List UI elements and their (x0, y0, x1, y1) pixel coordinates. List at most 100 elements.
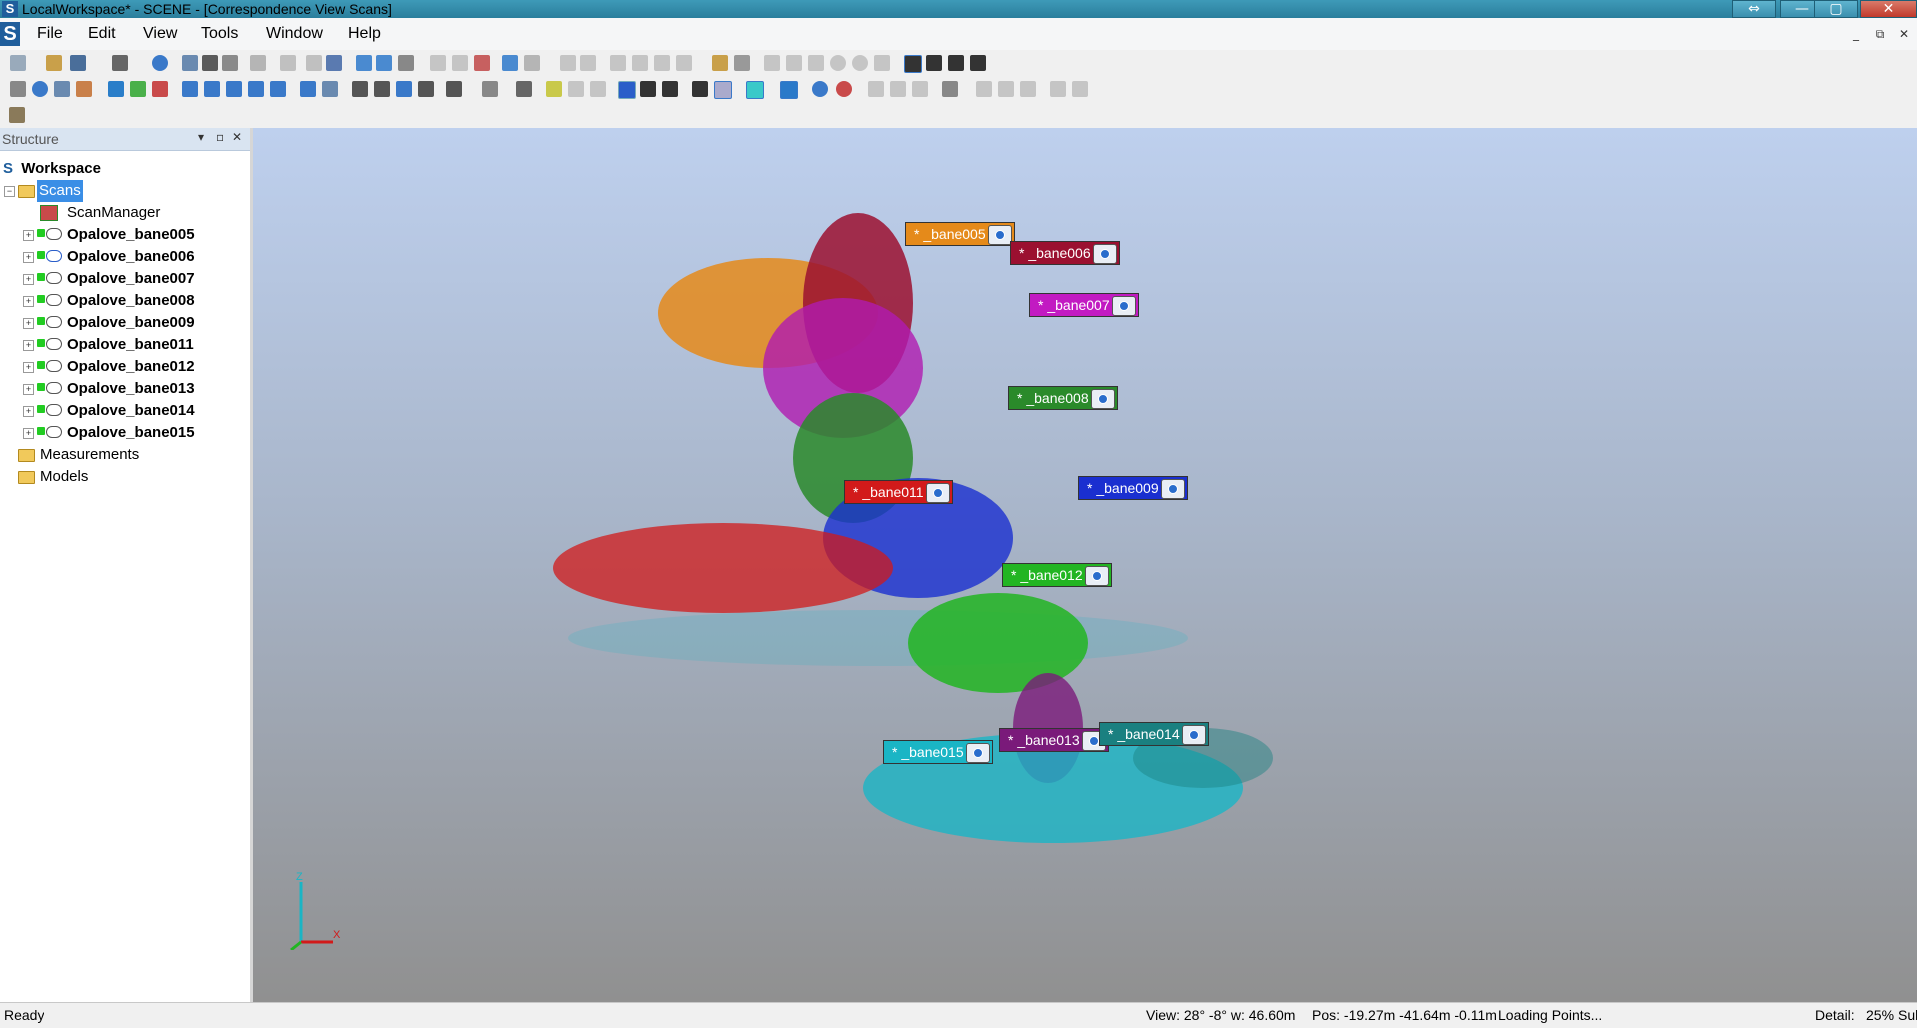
eye-icon[interactable] (925, 483, 950, 503)
mdi-close-button[interactable]: ✕ (1894, 26, 1914, 44)
fit-icon[interactable] (352, 81, 368, 97)
line-icon[interactable] (786, 55, 802, 71)
options-icon[interactable] (912, 81, 928, 97)
tree-scan-item[interactable]: + Opalove_bane013 (0, 378, 250, 400)
rewind-icon[interactable] (1020, 81, 1036, 97)
tree-scan-item[interactable]: + Opalove_bane014 (0, 400, 250, 422)
menu-help[interactable]: Help (348, 25, 381, 43)
tree-scan-item[interactable]: + Opalove_bane008 (0, 290, 250, 312)
eye-icon[interactable] (1084, 566, 1109, 586)
scanner-icon[interactable] (396, 81, 412, 97)
tree-measurements[interactable]: Measurements (0, 444, 250, 466)
import-scan-icon[interactable] (108, 81, 124, 97)
pointer-icon[interactable] (10, 81, 26, 97)
forward-icon[interactable] (998, 81, 1014, 97)
ellipse-icon[interactable] (852, 55, 868, 71)
scan-tag-bane008[interactable]: * _bane008 (1008, 386, 1118, 410)
gear-icon[interactable] (868, 81, 884, 97)
mdi-restore-button[interactable]: ⧉ (1870, 26, 1890, 44)
tree-scans[interactable]: − Scans (0, 180, 250, 202)
menu-file[interactable]: File (37, 25, 63, 43)
panel-menu-icon[interactable]: ▾ (198, 130, 204, 144)
import-icon[interactable] (326, 55, 342, 71)
cube-back-icon[interactable] (204, 81, 220, 97)
view-icon[interactable] (182, 55, 198, 71)
marker-icon[interactable] (546, 81, 562, 97)
eye-icon[interactable] (1090, 389, 1115, 409)
new-icon[interactable] (10, 55, 26, 71)
menu-tools[interactable]: Tools (201, 25, 238, 43)
xray-icon[interactable] (714, 81, 732, 99)
paste-icon[interactable] (306, 55, 322, 71)
points-sparse-icon[interactable] (618, 81, 636, 99)
panorama-icon[interactable] (9, 107, 25, 123)
panel-close-icon[interactable]: ✕ (232, 130, 242, 144)
pin-icon[interactable]: ▫ (216, 130, 224, 144)
tree-scan-item[interactable]: + Opalove_bane006 (0, 246, 250, 268)
scan-tag-bane012[interactable]: * _bane012 (1002, 563, 1112, 587)
tree-scan-item[interactable]: + Opalove_bane007 (0, 268, 250, 290)
menu-edit[interactable]: Edit (88, 25, 116, 43)
camera-icon[interactable] (374, 81, 390, 97)
grid-dense-icon[interactable] (692, 81, 708, 97)
color-scan-icon[interactable] (746, 81, 764, 99)
cloud-up-icon[interactable] (452, 55, 468, 71)
select-icon[interactable] (560, 55, 576, 71)
grab-icon[interactable] (632, 55, 648, 71)
open-icon[interactable] (46, 55, 62, 71)
back-icon[interactable] (976, 81, 992, 97)
menu-view[interactable]: View (143, 25, 177, 43)
tree-models[interactable]: Models (0, 466, 250, 488)
cube-right-icon[interactable] (248, 81, 264, 97)
eye-icon[interactable] (965, 743, 990, 763)
expand-icon[interactable]: + (23, 362, 34, 373)
globe-icon[interactable] (32, 81, 48, 97)
network-icon[interactable] (580, 55, 596, 71)
expand-icon[interactable]: + (23, 318, 34, 329)
clipping-icon[interactable] (516, 81, 532, 97)
circle-icon[interactable] (830, 55, 846, 71)
scan-view-icon[interactable] (356, 55, 372, 71)
eye-icon[interactable] (1160, 479, 1185, 499)
cascade-icon[interactable] (926, 55, 942, 71)
close-button[interactable]: ✕ (1860, 0, 1917, 18)
cube-front-icon[interactable] (182, 81, 198, 97)
eye-icon[interactable] (987, 225, 1012, 245)
scan-tag-bane005[interactable]: * _bane005 (905, 222, 1015, 246)
device-icon[interactable] (418, 81, 434, 97)
column-icon[interactable] (734, 55, 750, 71)
walk-icon[interactable] (54, 81, 70, 97)
rect-select-icon[interactable] (764, 55, 780, 71)
collapse-icon[interactable]: − (4, 186, 15, 197)
corner-icon[interactable] (874, 55, 890, 71)
maximize-button[interactable]: ▢ (1814, 0, 1858, 18)
expand-icon[interactable]: + (23, 384, 34, 395)
swap-window-button[interactable]: ⇔ (1732, 0, 1776, 18)
document-icon[interactable]: S (0, 22, 20, 46)
eye-icon[interactable] (1181, 725, 1206, 745)
expand-icon[interactable]: + (23, 230, 34, 241)
scan-tag-bane013[interactable]: * _bane013 (999, 728, 1109, 752)
ruler-icon[interactable] (712, 55, 728, 71)
photo-icon[interactable] (524, 55, 540, 71)
window-layout-icon[interactable] (904, 55, 922, 73)
expand-icon[interactable]: + (23, 406, 34, 417)
check-icon[interactable] (590, 81, 606, 97)
eye-icon[interactable] (1092, 244, 1117, 264)
eye-icon[interactable] (1111, 296, 1136, 316)
fullscreen-icon[interactable] (1072, 81, 1088, 97)
share-icon[interactable] (942, 81, 958, 97)
globe-nav-icon[interactable] (812, 81, 828, 97)
points-medium-icon[interactable] (640, 81, 656, 97)
scan-tag-bane015[interactable]: * _bane015 (883, 740, 993, 764)
flag-icon[interactable] (568, 81, 584, 97)
copy-icon[interactable] (280, 55, 296, 71)
scan-tag-bane014[interactable]: * _bane014 (1099, 722, 1209, 746)
tree-workspace[interactable]: S Workspace (3, 158, 101, 180)
tree-scan-item[interactable]: + Opalove_bane009 (0, 312, 250, 334)
scan-tag-bane007[interactable]: * _bane007 (1029, 293, 1139, 317)
hand-icon[interactable] (610, 55, 626, 71)
home-icon[interactable] (222, 55, 238, 71)
dropdown-icon[interactable] (446, 81, 462, 97)
expand-icon[interactable] (1050, 81, 1066, 97)
